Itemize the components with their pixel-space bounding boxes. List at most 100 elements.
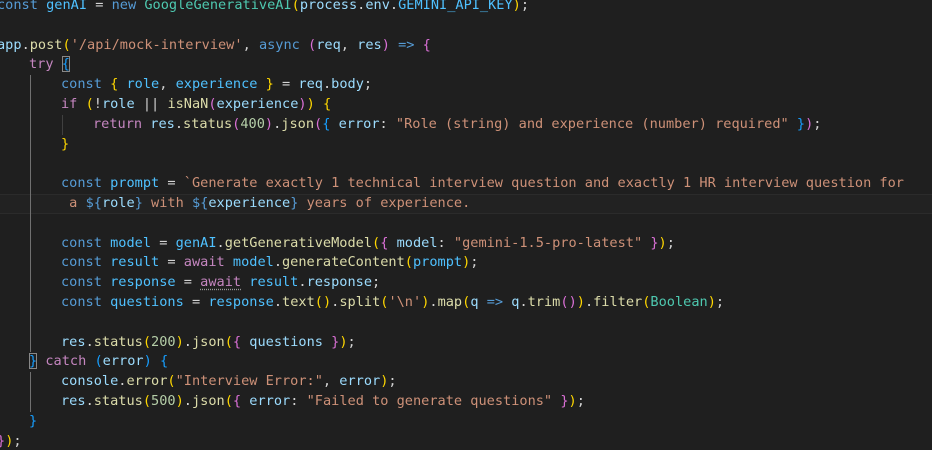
code-token: status: [183, 115, 233, 132]
code-token: const: [61, 254, 102, 271]
code-token: split: [339, 294, 381, 310]
code-token: "Interview Error:": [175, 373, 323, 390]
code-line[interactable]: [0, 154, 932, 175]
code-token: ): [512, 0, 521, 13]
code-line[interactable]: const prompt = `Generate exactly 1 techn…: [0, 174, 932, 194]
indent-guide: [30, 134, 31, 155]
code-line[interactable]: const result = await model.generateConte…: [0, 253, 932, 274]
code-token: =: [87, 0, 112, 13]
code-token: 500: [151, 393, 176, 409]
code-token: response: [208, 294, 274, 310]
code-line[interactable]: const genAI = new GoogleGenerativeAI(pro…: [0, 0, 932, 16]
code-token: if: [61, 96, 78, 112]
code-token: (: [167, 373, 176, 390]
code-token: new: [111, 0, 137, 13]
code-token: await: [183, 254, 225, 271]
code-token: prompt: [412, 254, 463, 271]
code-line[interactable]: const response = await result.response;: [0, 273, 932, 293]
code-line[interactable]: });: [0, 432, 932, 450]
code-line[interactable]: } catch (error) {: [0, 352, 932, 372]
code-line[interactable]: return res.status(400).json({ error: "Ro…: [0, 114, 932, 135]
code-token: .: [174, 115, 184, 132]
indent-guide: [30, 392, 31, 412]
code-line[interactable]: a ${role} with ${experience} years of ex…: [0, 194, 932, 214]
code-line[interactable]: app.post('/api/mock-interview', async (r…: [0, 36, 932, 56]
code-text: a ${role} with ${experience} years of ex…: [61, 194, 470, 214]
code-token: {: [322, 96, 332, 112]
code-line[interactable]: const model = genAI.getGenerativeModel({…: [0, 233, 932, 254]
code-token: const: [61, 234, 102, 251]
code-line[interactable]: const questions = response.text().split(…: [0, 293, 932, 313]
code-token: ): [298, 96, 307, 112]
code-token: result: [249, 274, 299, 291]
code-token: ;: [347, 333, 356, 350]
code-line[interactable]: try {: [0, 55, 932, 75]
code-token: (: [314, 115, 323, 132]
code-token: generateContent: [282, 254, 405, 271]
code-token: ): [576, 294, 585, 310]
code-token: (: [404, 254, 413, 271]
code-token: json: [281, 115, 315, 132]
code-token: const: [0, 0, 38, 13]
code-line[interactable]: const { role, experience } = req.body;: [0, 75, 932, 95]
code-line[interactable]: }: [0, 134, 932, 155]
code-token: }: [560, 393, 569, 409]
code-token: .: [584, 294, 594, 310]
code-token: =: [159, 254, 184, 271]
code-token: .: [519, 294, 528, 310]
code-token: res: [61, 393, 86, 409]
code-line[interactable]: res.status(200).json({ questions });: [0, 332, 932, 353]
code-token: experience: [216, 96, 299, 112]
code-token: !: [93, 96, 102, 112]
indent-guide: [30, 233, 31, 254]
code-token: req: [316, 36, 341, 53]
code-line[interactable]: [0, 16, 932, 36]
code-token: '/api/mock-interview': [70, 36, 243, 53]
code-token: genAI: [175, 234, 217, 251]
code-line[interactable]: res.status(500).json({ error: "Failed to…: [0, 392, 932, 412]
code-token: =>: [486, 294, 504, 310]
code-line[interactable]: [0, 312, 932, 333]
code-token: GoogleGenerativeAI: [144, 0, 292, 13]
code-token: "gemini-1.5-pro-latest": [453, 234, 643, 251]
code-token: `Generate exactly 1 technical interview …: [183, 175, 904, 192]
code-token: ): [568, 294, 577, 310]
code-line[interactable]: [0, 213, 932, 234]
code-line[interactable]: console.error("Interview Error:", error)…: [0, 372, 932, 392]
code-line[interactable]: }: [0, 412, 932, 432]
code-text: app.post('/api/mock-interview', async (r…: [0, 36, 431, 56]
code-token: ,: [322, 373, 340, 390]
code-token: ): [381, 36, 390, 53]
code-token: questions: [249, 333, 323, 350]
code-token: result: [110, 254, 160, 271]
code-line[interactable]: if (!role || isNaN(experience)) {: [0, 95, 932, 115]
code-token: =: [175, 274, 201, 291]
code-token: response: [110, 274, 176, 291]
code-text: const { role, experience } = req.body;: [61, 75, 372, 95]
code-token: ;: [520, 0, 530, 13]
code-token: const: [61, 294, 102, 310]
code-token: {: [232, 393, 242, 409]
code-token: try: [29, 56, 54, 73]
code-text: if (!role || isNaN(experience)) {: [61, 95, 331, 115]
code-token: "Failed to generate questions": [306, 393, 553, 409]
code-text: const genAI = new GoogleGenerativeAI(pro…: [0, 0, 529, 16]
code-token: ,: [242, 36, 259, 53]
code-token: error: [338, 115, 380, 132]
code-token: (: [85, 96, 94, 112]
code-token: (: [372, 234, 381, 251]
code-token: .: [429, 294, 438, 310]
code-token: .: [273, 254, 282, 271]
code-token: json: [191, 393, 225, 409]
code-token: ): [143, 353, 152, 370]
code-editor[interactable]: const genAI = new GoogleGenerativeAI(pro…: [0, 0, 932, 450]
code-token: await: [200, 274, 242, 291]
code-text: });: [0, 432, 22, 450]
code-token: =>: [398, 36, 415, 53]
